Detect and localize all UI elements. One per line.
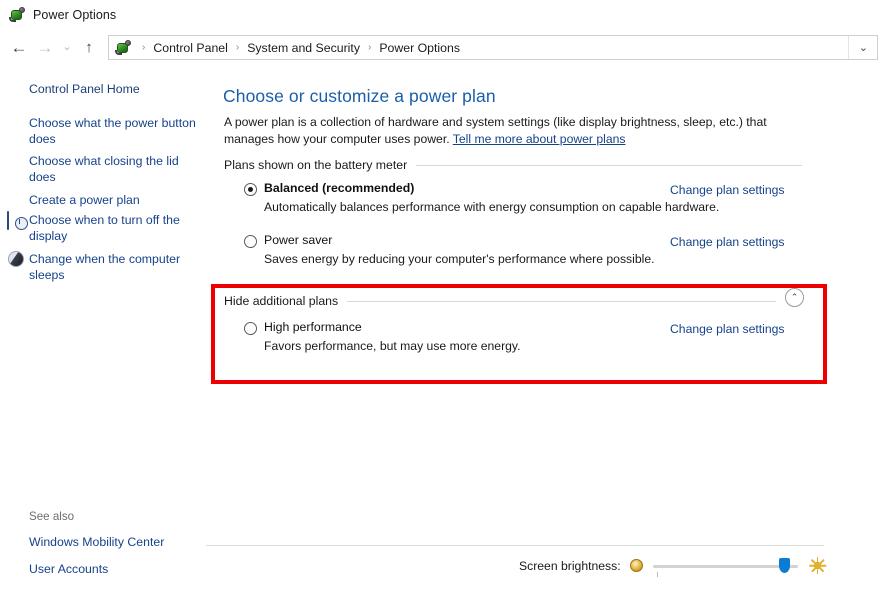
sidebar-item-user-accounts[interactable]: User Accounts <box>29 561 108 577</box>
see-also-heading: See also <box>29 510 75 523</box>
dim-bulb-icon <box>629 559 643 572</box>
breadcrumb-system-and-security[interactable]: System and Security <box>245 41 362 55</box>
breadcrumb-separator: › <box>142 42 146 53</box>
section-battery-meter-header: Plans shown on the battery meter <box>224 158 802 172</box>
sidebar-item-power-button-does[interactable]: Choose what the power button does <box>29 115 197 147</box>
title-bar: Power Options <box>0 0 886 30</box>
plan-high-performance[interactable]: High performance Favors performance, but… <box>244 320 521 353</box>
plan-power-saver-radio[interactable] <box>244 235 257 248</box>
breadcrumb-separator: › <box>367 42 372 53</box>
sidebar: Control Panel Home Choose what the power… <box>0 70 201 593</box>
address-power-plug-icon <box>114 39 131 56</box>
sidebar-item-windows-mobility-center[interactable]: Windows Mobility Center <box>29 534 164 550</box>
plan-power-saver-name: Power saver <box>264 233 333 247</box>
collapse-additional-plans-button[interactable]: ⌃ <box>785 288 804 307</box>
brightness-slider-tick <box>656 571 658 577</box>
power-options-window: Power Options ← → ⌄ ↑ › Control Panel › … <box>0 0 886 593</box>
change-plan-settings-balanced[interactable]: Change plan settings <box>670 183 785 197</box>
sidebar-item-turn-off-display[interactable]: Choose when to turn off the display <box>29 212 189 244</box>
plan-balanced[interactable]: Balanced (recommended) Automatically bal… <box>244 181 719 214</box>
section-divider-rule <box>347 300 776 302</box>
power-plug-icon <box>8 6 26 24</box>
change-plan-settings-high-performance[interactable]: Change plan settings <box>670 322 785 336</box>
change-plan-settings-power-saver[interactable]: Change plan settings <box>670 235 785 249</box>
breadcrumb-control-panel[interactable]: Control Panel <box>151 41 230 55</box>
footer-divider <box>206 545 824 546</box>
section-battery-meter-label: Plans shown on the battery meter <box>224 158 408 172</box>
screen-brightness-control: Screen brightness: <box>519 557 826 577</box>
back-button[interactable]: ← <box>6 35 32 61</box>
sidebar-item-closing-lid-does[interactable]: Choose what closing the lid does <box>29 153 192 185</box>
section-additional-plans-label: Hide additional plans <box>224 294 339 308</box>
sleep-moon-icon <box>8 251 24 267</box>
bright-sun-icon <box>808 557 826 574</box>
recent-locations-button[interactable]: ⌄ <box>58 35 76 61</box>
plan-high-performance-description: Favors performance, but may use more ene… <box>264 339 521 353</box>
plan-power-saver-description: Saves energy by reducing your computer's… <box>264 252 655 266</box>
sidebar-item-create-power-plan[interactable]: Create a power plan <box>29 192 197 208</box>
plan-balanced-description: Automatically balances performance with … <box>264 200 720 214</box>
plan-power-saver[interactable]: Power saver Saves energy by reducing you… <box>244 233 655 266</box>
window-title: Power Options <box>33 8 117 22</box>
section-additional-plans-header: Hide additional plans <box>224 294 776 308</box>
plan-high-performance-radio[interactable] <box>244 322 257 335</box>
display-icon <box>7 211 9 230</box>
plan-high-performance-header[interactable]: High performance <box>244 320 521 335</box>
intro-paragraph: A power plan is a collection of hardware… <box>224 114 809 148</box>
up-one-level-button[interactable]: ↑ <box>76 35 102 61</box>
plan-balanced-radio[interactable] <box>244 183 257 196</box>
sidebar-item-computer-sleeps[interactable]: Change when the computer sleeps <box>29 251 192 283</box>
address-dropdown-icon[interactable]: ⌄ <box>847 36 868 59</box>
plan-power-saver-header[interactable]: Power saver <box>244 233 655 248</box>
address-bar[interactable]: › Control Panel › System and Security › … <box>108 35 878 60</box>
plan-high-performance-name: High performance <box>264 320 362 334</box>
breadcrumb-power-options[interactable]: Power Options <box>377 41 462 55</box>
plan-balanced-header[interactable]: Balanced (recommended) <box>244 181 719 196</box>
section-divider-rule <box>416 164 802 166</box>
page-title: Choose or customize a power plan <box>223 86 496 106</box>
screen-brightness-label: Screen brightness: <box>519 558 621 573</box>
brightness-slider[interactable] <box>652 557 798 577</box>
forward-button[interactable]: → <box>32 35 58 61</box>
plan-balanced-name: Balanced (recommended) <box>264 181 415 195</box>
brightness-slider-thumb[interactable] <box>778 557 790 573</box>
tell-me-more-link[interactable]: Tell me more about power plans <box>453 132 626 146</box>
main-content: Choose or customize a power plan A power… <box>201 70 886 593</box>
brightness-slider-track[interactable] <box>652 564 798 568</box>
sidebar-item-control-panel-home[interactable]: Control Panel Home <box>29 81 140 97</box>
breadcrumb-separator: › <box>235 42 240 53</box>
